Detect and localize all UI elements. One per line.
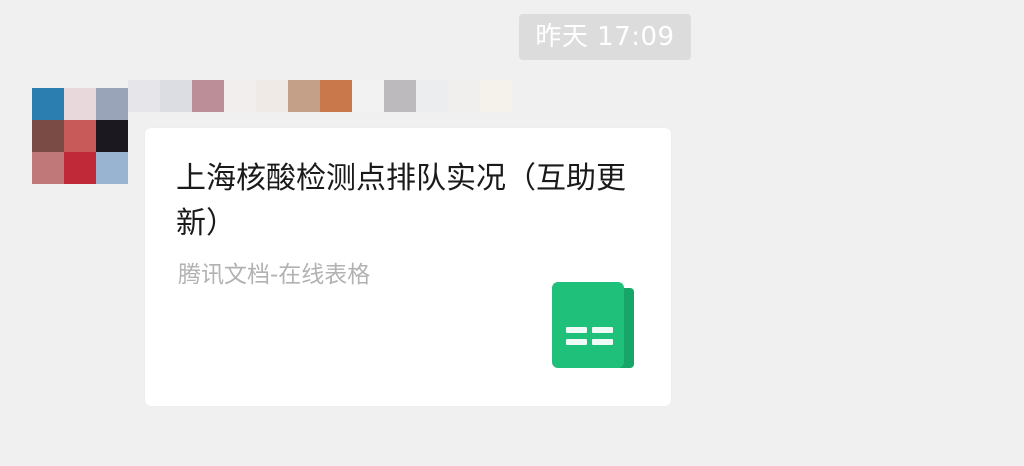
card-title: 上海核酸检测点排队实况（互助更新）: [176, 161, 626, 241]
avatar[interactable]: [32, 88, 128, 184]
card-source: 腾讯文档-在线表格: [178, 262, 371, 288]
chat-message-area: 昨天 17:09 上海核酸检测点排队实况（互助更新） 腾讯文档-在线表格: [0, 0, 1024, 466]
shared-document-card[interactable]: 上海核酸检测点排队实况（互助更新） 腾讯文档-在线表格: [145, 128, 671, 406]
spreadsheet-icon: [552, 282, 636, 368]
message-timestamp: 昨天 17:09: [519, 14, 691, 60]
